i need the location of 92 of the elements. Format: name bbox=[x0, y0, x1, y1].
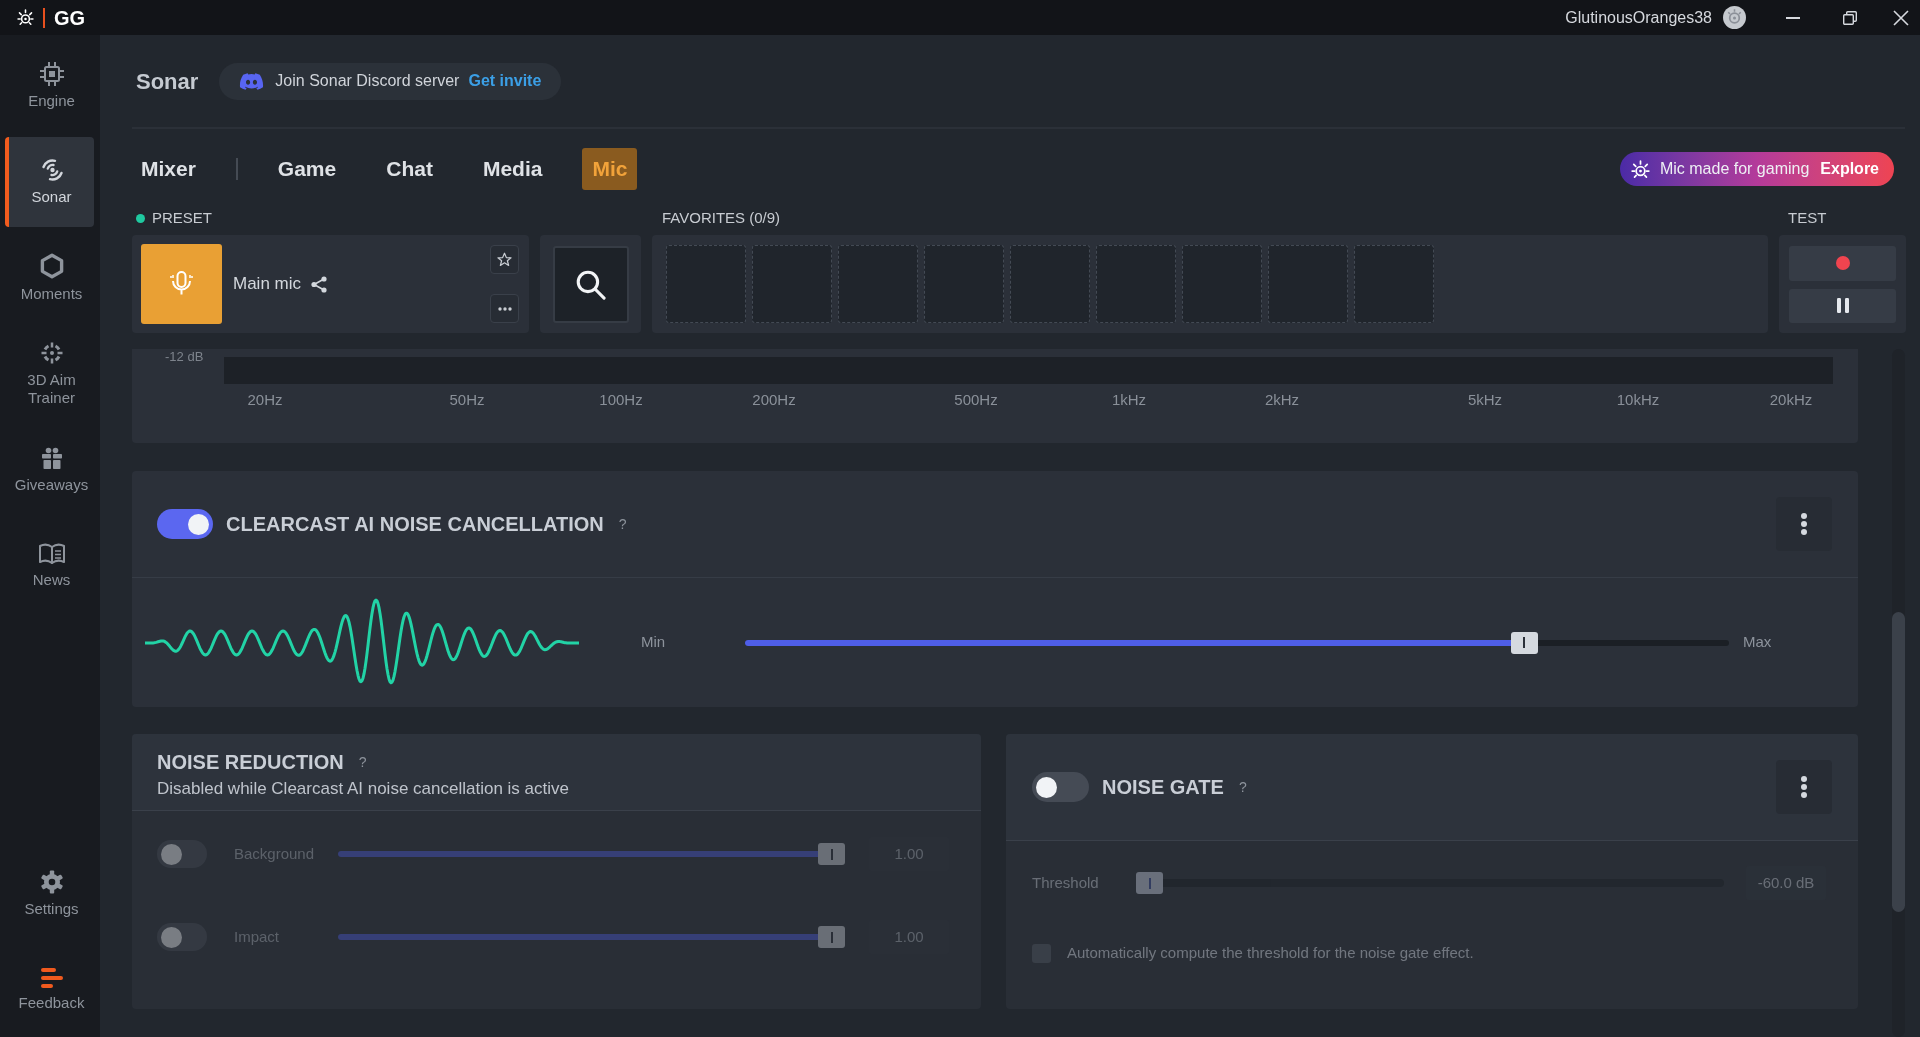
status-dot-icon bbox=[136, 213, 145, 223]
frequency-label: 2kHz bbox=[1264, 390, 1300, 410]
discord-icon bbox=[239, 71, 265, 91]
explore-link[interactable]: Explore bbox=[1820, 157, 1879, 181]
logo-icon bbox=[1630, 159, 1650, 179]
favorite-slot[interactable] bbox=[752, 245, 832, 323]
app-name: GG bbox=[54, 7, 86, 28]
checkbox-label: Automatically compute the threshold for the noise gate effect. bbox=[1067, 942, 1474, 963]
section-title: CLEARCAST AI NOISE CANCELLATION bbox=[226, 512, 604, 537]
more-button[interactable] bbox=[490, 294, 519, 323]
frequency-label: 100Hz bbox=[599, 390, 643, 410]
favorite-slot[interactable] bbox=[666, 245, 746, 323]
section-label: FAVORITES (0/9) bbox=[662, 207, 781, 228]
help-hint[interactable]: ? bbox=[618, 513, 627, 535]
gear-icon bbox=[39, 870, 64, 894]
tab[interactable]: Mixer bbox=[131, 148, 206, 190]
banner-text: Join Sonar Discord server bbox=[275, 71, 460, 91]
horizontal-dots-icon bbox=[497, 306, 512, 311]
frequency-label: 20kHz bbox=[1769, 390, 1813, 410]
preset-name: Main mic bbox=[233, 273, 301, 296]
open-book-icon bbox=[38, 543, 65, 565]
section-title: NOISE GATE bbox=[1102, 775, 1224, 800]
favorite-slot[interactable] bbox=[1354, 245, 1434, 323]
slider-label: Threshold bbox=[1032, 872, 1100, 893]
vertical-dots-icon bbox=[1801, 776, 1807, 798]
pause-button[interactable] bbox=[1789, 288, 1896, 323]
help-hint[interactable]: ? bbox=[1238, 776, 1247, 798]
microphone-icon bbox=[141, 244, 222, 324]
frequency-label: 10kHz bbox=[1616, 390, 1660, 410]
restore-icon bbox=[1843, 10, 1857, 25]
lines-icon bbox=[40, 968, 63, 988]
frequency-label: 200Hz bbox=[752, 390, 796, 410]
hexagon-icon bbox=[39, 253, 64, 279]
sidebar-item[interactable]: 3D Aim Trainer bbox=[5, 329, 94, 419]
favorite-slot[interactable] bbox=[838, 245, 918, 323]
frequency-label: 50Hz bbox=[449, 390, 485, 410]
search-button[interactable] bbox=[552, 245, 629, 323]
page-title: Sonar bbox=[136, 67, 199, 96]
close-icon bbox=[1893, 9, 1909, 26]
preset-card[interactable]: Main mic bbox=[132, 235, 529, 333]
promo-banner[interactable]: Mic made for gaming Explore bbox=[1619, 152, 1894, 186]
favorite-slot[interactable] bbox=[1182, 245, 1262, 323]
more-button[interactable] bbox=[1776, 497, 1832, 551]
frequency-label: 5kHz bbox=[1467, 390, 1503, 410]
minimize-icon bbox=[1786, 16, 1800, 19]
avatar-icon[interactable] bbox=[1723, 6, 1746, 29]
frequency-label: 500Hz bbox=[954, 390, 998, 410]
logo-icon bbox=[17, 9, 34, 26]
section-label: TEST bbox=[1788, 207, 1827, 228]
sidebar-item[interactable]: Feedback bbox=[5, 945, 94, 1035]
favorite-slot[interactable] bbox=[1096, 245, 1176, 323]
toggle-switch[interactable] bbox=[157, 509, 213, 539]
section-label: PRESET bbox=[152, 207, 212, 228]
tab[interactable]: Media bbox=[472, 148, 553, 190]
gift-icon bbox=[39, 446, 64, 470]
frequency-label: 1kHz bbox=[1111, 390, 1147, 410]
section-title: NOISE REDUCTION bbox=[157, 750, 344, 775]
promo-text: Mic made for gaming bbox=[1659, 159, 1810, 179]
pause-icon bbox=[1836, 298, 1849, 313]
gain-label: -12 dB bbox=[165, 349, 205, 365]
scrollbar-track[interactable] bbox=[1892, 349, 1905, 1037]
sidebar-item[interactable]: News bbox=[5, 521, 94, 611]
favorite-slot[interactable] bbox=[924, 245, 1004, 323]
sidebar-item[interactable]: Sonar bbox=[5, 137, 94, 227]
record-icon bbox=[1835, 256, 1850, 270]
crosshair-icon bbox=[39, 341, 64, 365]
favorite-slot[interactable] bbox=[1268, 245, 1348, 323]
scrollbar-thumb[interactable] bbox=[1892, 612, 1905, 912]
more-button[interactable] bbox=[1776, 760, 1832, 814]
get-invite-link[interactable]: Get invite bbox=[468, 69, 542, 93]
slider-thumb[interactable] bbox=[1510, 631, 1538, 654]
sidebar-item[interactable]: Engine bbox=[5, 41, 94, 131]
favorite-button[interactable] bbox=[490, 245, 519, 274]
chip-icon bbox=[39, 62, 64, 86]
sidebar-item[interactable]: Settings bbox=[5, 849, 94, 939]
sidebar-item[interactable]: Moments bbox=[5, 233, 94, 323]
username[interactable]: GlutinousOranges38 bbox=[1565, 5, 1712, 30]
section-subtitle: Disabled while Clearcast AI noise cancellation is active bbox=[157, 778, 570, 800]
star-icon bbox=[497, 252, 512, 267]
vertical-dots-icon bbox=[1801, 513, 1807, 535]
slider-min-label: Min bbox=[641, 632, 667, 653]
share-icon[interactable] bbox=[311, 275, 327, 293]
sidebar-item[interactable]: Giveaways bbox=[5, 425, 94, 515]
tab[interactable]: Chat bbox=[376, 148, 443, 190]
favorite-slot[interactable] bbox=[1010, 245, 1090, 323]
signal-waves-icon bbox=[39, 158, 64, 182]
search-icon bbox=[575, 268, 606, 300]
frequency-label: 20Hz bbox=[247, 390, 283, 410]
record-button[interactable] bbox=[1789, 245, 1896, 281]
tab[interactable]: Game bbox=[267, 148, 347, 190]
toggle-switch[interactable] bbox=[1032, 772, 1089, 802]
slider-max-label: Max bbox=[1743, 632, 1772, 653]
